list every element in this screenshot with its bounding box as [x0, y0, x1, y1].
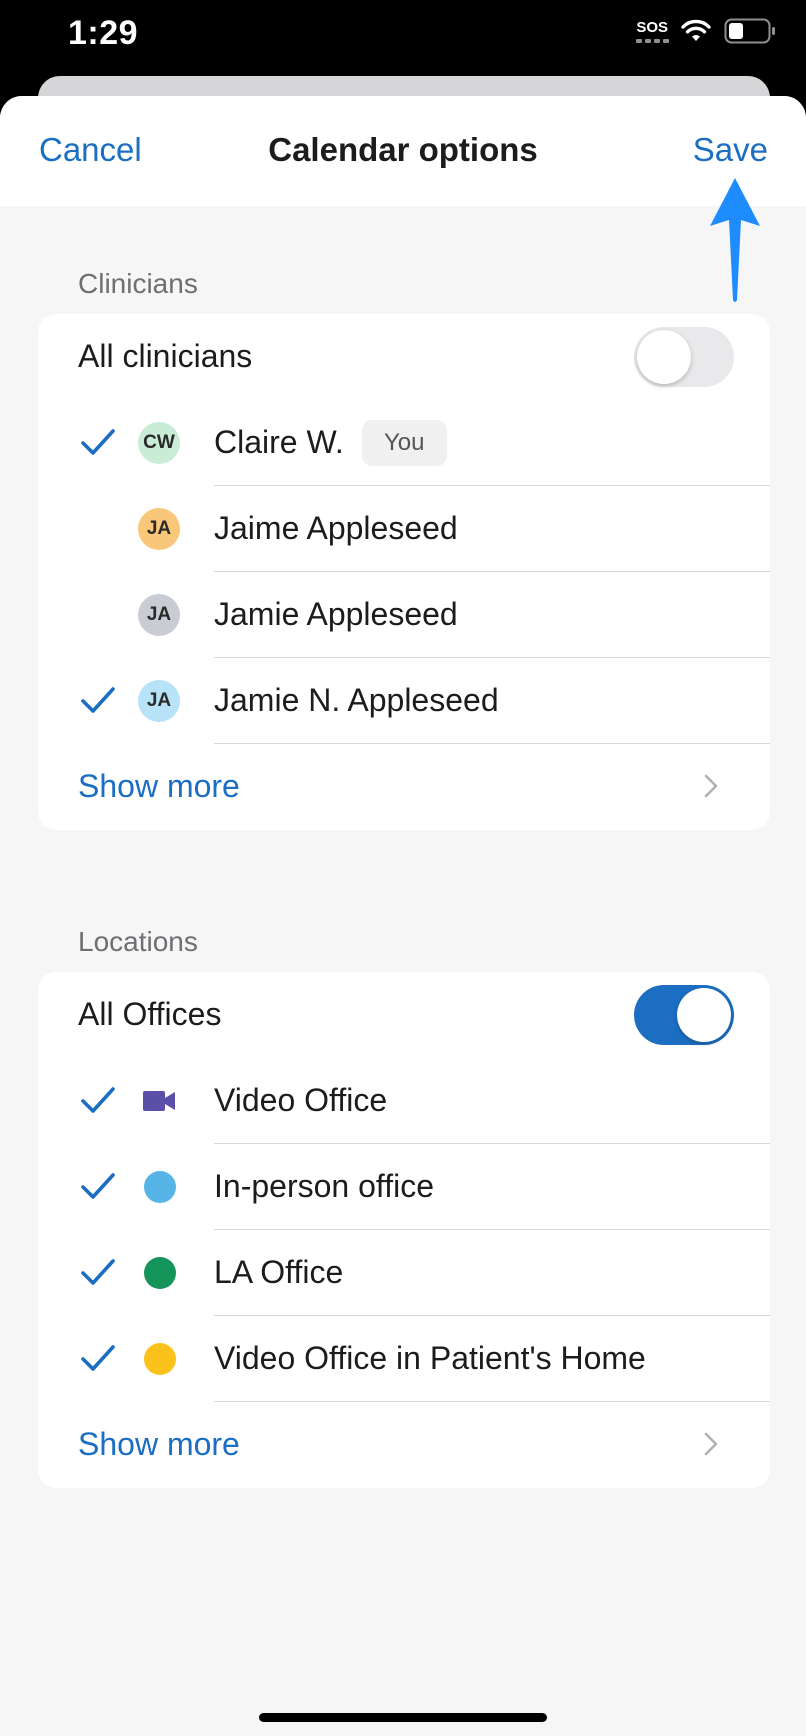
all-clinicians-toggle[interactable]: [634, 327, 734, 387]
location-color-dot-icon: [144, 1257, 176, 1289]
show-more-label: Show more: [78, 768, 240, 804]
all-offices-label: All Offices: [78, 996, 222, 1032]
clinician-item-jamie-n[interactable]: JA Jamie N. Appleseed: [38, 658, 770, 744]
all-offices-row: All Offices: [38, 972, 770, 1058]
show-more-label: Show more: [78, 1426, 240, 1462]
all-clinicians-row: All clinicians: [38, 314, 770, 400]
home-indicator[interactable]: [259, 1713, 547, 1722]
wifi-icon: [681, 19, 711, 41]
avatar: JA: [138, 680, 180, 722]
location-name: Video Office in Patient's Home: [214, 1340, 646, 1376]
page-title: Calendar options: [268, 131, 538, 168]
location-color-dot-icon: [144, 1343, 176, 1375]
location-name: LA Office: [214, 1254, 344, 1290]
sos-indicator: SOS: [636, 18, 670, 43]
locations-show-more[interactable]: Show more: [38, 1402, 770, 1488]
checkmark-icon: [81, 687, 115, 713]
checkmark-icon: [81, 1259, 115, 1285]
location-item-video-office-patient-home[interactable]: Video Office in Patient's Home: [38, 1316, 770, 1402]
chevron-right-icon: [704, 1432, 718, 1456]
status-time: 1:29: [68, 14, 139, 52]
clinician-name: Jaime Appleseed: [214, 510, 458, 546]
chevron-right-icon: [704, 774, 718, 798]
locations-card: All Offices Video Office In-person offic…: [38, 972, 770, 1488]
clinician-name: Claire W.: [214, 424, 344, 460]
location-name: In-person office: [214, 1168, 434, 1204]
status-bar: 1:29 SOS: [0, 0, 806, 78]
clinician-name: Jamie N. Appleseed: [214, 682, 499, 718]
clinician-item-claire[interactable]: CW Claire W. You: [38, 400, 770, 486]
save-button[interactable]: Save: [693, 131, 768, 169]
status-icons: SOS: [636, 18, 776, 44]
checkmark-icon: [81, 429, 115, 455]
video-camera-icon: [143, 1091, 175, 1111]
annotation-arrow-icon: [710, 178, 760, 302]
location-color-dot-icon: [144, 1171, 176, 1203]
clinician-item-jaime[interactable]: JA Jaime Appleseed: [38, 486, 770, 572]
clinicians-card: All clinicians CW Claire W. You JA Jaime…: [38, 314, 770, 830]
avatar: CW: [138, 422, 180, 464]
location-item-la-office[interactable]: LA Office: [38, 1230, 770, 1316]
avatar: JA: [138, 508, 180, 550]
location-item-in-person-office[interactable]: In-person office: [38, 1144, 770, 1230]
clinician-item-jamie[interactable]: JA Jamie Appleseed: [38, 572, 770, 658]
location-name: Video Office: [214, 1082, 388, 1118]
clinicians-show-more[interactable]: Show more: [38, 744, 770, 830]
you-badge: You: [362, 420, 447, 466]
sos-label: SOS: [636, 18, 668, 36]
clinician-name: Jamie Appleseed: [214, 596, 458, 632]
locations-section-label: Locations: [78, 926, 198, 957]
calendar-options-sheet: Cancel Calendar options Save Clinicians …: [0, 96, 806, 1736]
location-item-video-office[interactable]: Video Office: [38, 1058, 770, 1144]
all-offices-toggle[interactable]: [634, 985, 734, 1045]
checkmark-icon: [81, 1345, 115, 1371]
avatar: JA: [138, 594, 180, 636]
all-clinicians-label: All clinicians: [78, 338, 253, 374]
nav-bar: Cancel Calendar options Save: [0, 96, 806, 302]
checkmark-icon: [81, 1087, 115, 1113]
checkmark-icon: [81, 1173, 115, 1199]
clinicians-section-label: Clinicians: [78, 268, 198, 299]
battery-icon: [724, 18, 775, 44]
